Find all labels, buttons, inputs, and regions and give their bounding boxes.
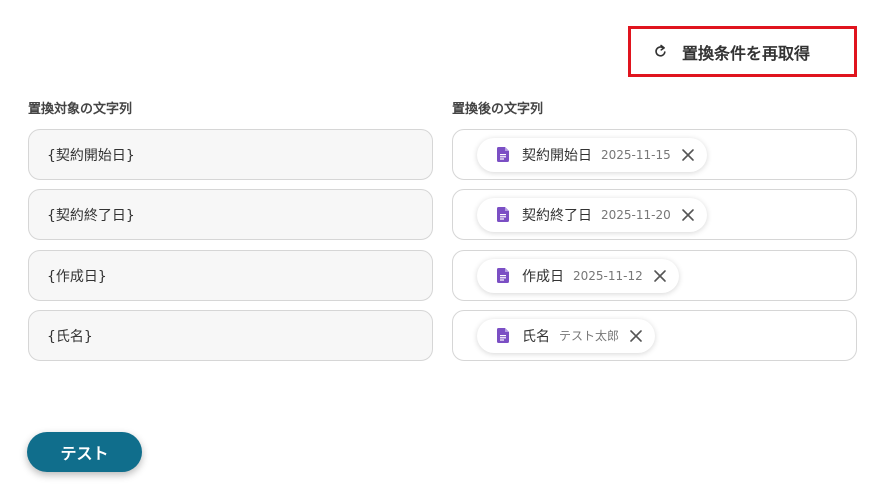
chip-value: 2025-11-15	[601, 147, 671, 162]
source-field-contract-start[interactable]: {契約開始日}	[28, 129, 433, 180]
document-icon	[497, 147, 509, 162]
target-column-label: 置換後の文字列	[452, 102, 544, 117]
refetch-conditions-label: 置換条件を再取得	[682, 43, 811, 63]
target-field-contract-start[interactable]: 契約開始日 2025-11-15	[452, 129, 857, 180]
source-field-created-date[interactable]: {作成日}	[28, 250, 433, 301]
close-icon	[681, 208, 694, 221]
refresh-icon	[655, 44, 666, 57]
chip-value: テスト太郎	[559, 329, 620, 343]
document-icon	[497, 207, 509, 222]
chip-value: 2025-11-20	[601, 207, 671, 222]
source-field-contract-end[interactable]: {契約終了日}	[28, 189, 433, 240]
chip-name: 作成日	[522, 268, 564, 285]
page: 置換条件を再取得 置換対象の文字列 置換後の文字列 {契約開始日} 契約開始日 …	[0, 0, 872, 487]
target-field-created-date[interactable]: 作成日 2025-11-12	[452, 250, 857, 301]
close-icon	[630, 329, 642, 342]
chip-name: 契約終了日	[522, 207, 592, 224]
test-button[interactable]: テスト	[27, 432, 142, 472]
variable-chip[interactable]: 氏名 テスト太郎	[477, 318, 656, 353]
target-field-name[interactable]: 氏名 テスト太郎	[452, 310, 857, 361]
remove-chip-button[interactable]	[629, 329, 643, 343]
remove-chip-button[interactable]	[681, 208, 695, 222]
refetch-highlight-box: 置換条件を再取得	[628, 26, 857, 77]
source-field-name[interactable]: {氏名}	[28, 310, 433, 361]
document-icon	[497, 328, 509, 343]
source-column-label: 置換対象の文字列	[28, 102, 133, 117]
variable-chip[interactable]: 契約終了日 2025-11-20	[477, 197, 707, 232]
close-icon	[681, 148, 694, 161]
chip-name: 契約開始日	[522, 147, 592, 164]
close-icon	[653, 269, 666, 282]
variable-chip[interactable]: 契約開始日 2025-11-15	[477, 137, 707, 172]
variable-chip[interactable]: 作成日 2025-11-12	[477, 258, 679, 293]
document-icon	[497, 268, 509, 283]
remove-chip-button[interactable]	[653, 269, 667, 283]
chip-name: 氏名	[522, 328, 550, 345]
refetch-conditions-button[interactable]: 置換条件を再取得	[653, 40, 810, 64]
target-field-contract-end[interactable]: 契約終了日 2025-11-20	[452, 189, 857, 240]
chip-value: 2025-11-12	[573, 268, 643, 283]
remove-chip-button[interactable]	[681, 148, 695, 162]
